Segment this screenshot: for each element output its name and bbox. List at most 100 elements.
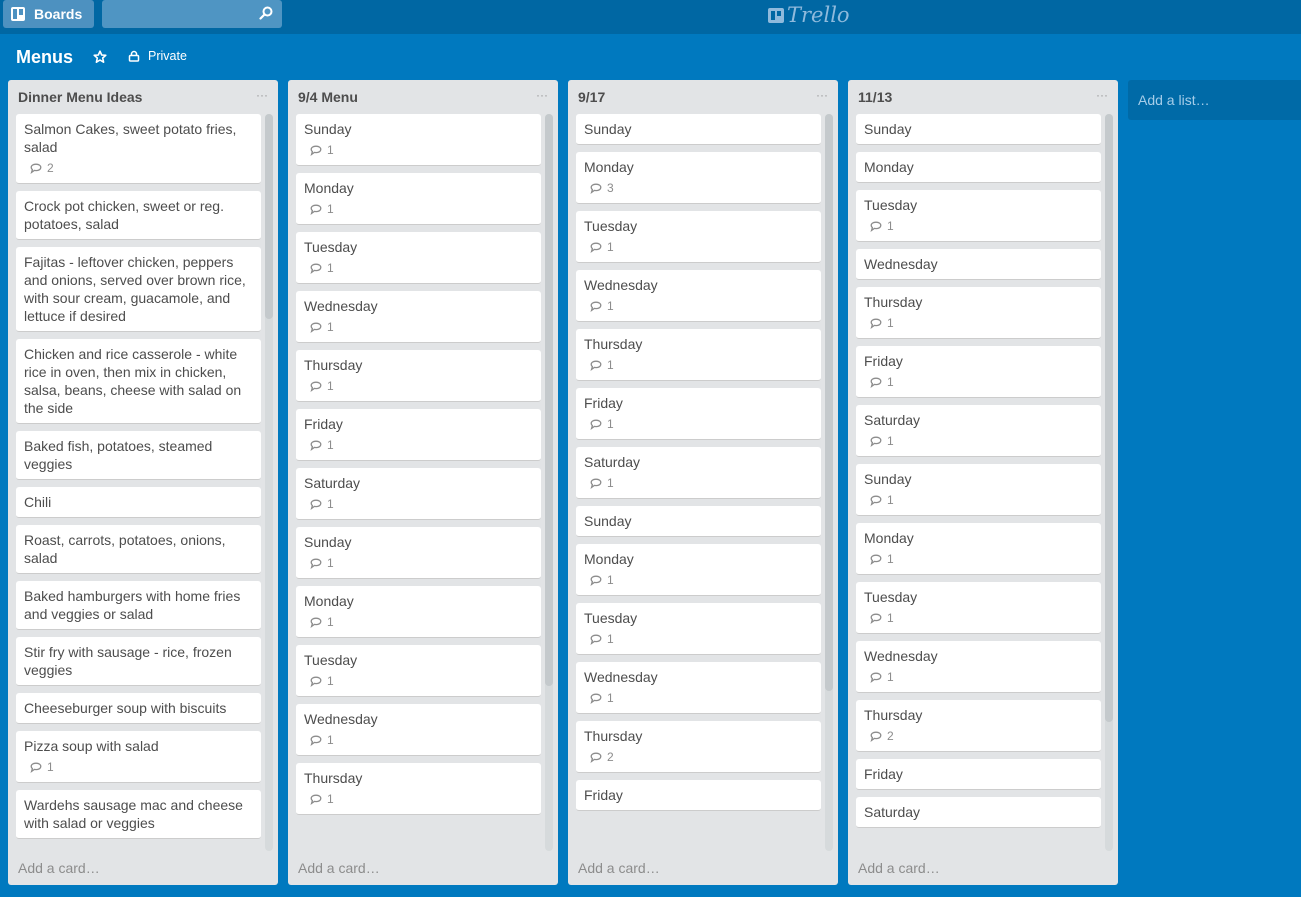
card[interactable]: Friday 1 <box>856 346 1101 398</box>
card[interactable]: Salmon Cakes, sweet potato fries, salad 2 <box>16 114 261 184</box>
card[interactable]: Wednesday 1 <box>576 270 821 322</box>
list-scrollbar[interactable] <box>545 114 553 851</box>
comment-badge: 1 <box>590 631 813 647</box>
comment-count: 1 <box>607 573 614 587</box>
add-card-button[interactable]: Add a card… <box>578 860 660 876</box>
card[interactable]: Friday <box>576 780 821 811</box>
card[interactable]: Sunday 1 <box>856 464 1101 516</box>
comment-count: 1 <box>607 476 614 490</box>
card-title: Fajitas - leftover chicken, peppers and … <box>24 254 246 324</box>
card[interactable]: Baked fish, potatoes, steamed veggies <box>16 431 261 480</box>
list-scrollbar[interactable] <box>265 114 273 851</box>
comment-icon <box>870 436 882 447</box>
comment-badge: 1 <box>310 378 533 394</box>
card[interactable]: Monday 1 <box>296 586 541 638</box>
card[interactable]: Sunday <box>576 114 821 145</box>
trello-logo[interactable]: Trello <box>768 3 850 27</box>
comment-badge: 3 <box>590 180 813 196</box>
card[interactable]: Tuesday 1 <box>296 232 541 284</box>
comment-count: 1 <box>887 670 894 684</box>
comment-icon <box>870 495 882 506</box>
card[interactable]: Monday 1 <box>296 173 541 225</box>
card[interactable]: Monday <box>856 152 1101 183</box>
scrollbar-thumb[interactable] <box>545 114 553 686</box>
board-title[interactable]: Menus <box>16 47 73 68</box>
card[interactable]: Monday 3 <box>576 152 821 204</box>
comment-icon <box>310 204 322 215</box>
card[interactable]: Chili <box>16 487 261 518</box>
card[interactable]: Chicken and rice casserole - white rice … <box>16 339 261 424</box>
add-card-button[interactable]: Add a card… <box>18 860 100 876</box>
card[interactable]: Friday 1 <box>576 388 821 440</box>
card[interactable]: Thursday 1 <box>856 287 1101 339</box>
comment-count: 3 <box>607 181 614 195</box>
card[interactable]: Thursday 1 <box>576 329 821 381</box>
card[interactable]: Monday 1 <box>856 523 1101 575</box>
comment-badge: 1 <box>870 433 1093 449</box>
card[interactable]: Roast, carrots, potatoes, onions, salad <box>16 525 261 574</box>
card-title: Saturday <box>864 804 921 820</box>
star-icon[interactable] <box>93 50 107 64</box>
card[interactable]: Baked hamburgers with home fries and veg… <box>16 581 261 630</box>
card-title: Tuesday <box>304 239 358 255</box>
comment-badge: 1 <box>590 572 813 588</box>
card[interactable]: Saturday 1 <box>576 447 821 499</box>
list-title[interactable]: 9/4 Menu <box>298 89 358 105</box>
list-menu-icon[interactable]: ··· <box>536 88 548 102</box>
list-menu-icon[interactable]: ··· <box>256 88 268 102</box>
card[interactable]: Stir fry with sausage - rice, frozen veg… <box>16 637 261 686</box>
card[interactable]: Wednesday 1 <box>296 704 541 756</box>
card[interactable]: Pizza soup with salad 1 <box>16 731 261 783</box>
card[interactable]: Thursday 1 <box>296 350 541 402</box>
card[interactable]: Crock pot chicken, sweet or reg. potatoe… <box>16 191 261 240</box>
card-title: Saturday <box>584 454 641 470</box>
card[interactable]: Friday <box>856 759 1101 790</box>
card[interactable]: Sunday 1 <box>296 527 541 579</box>
scrollbar-thumb[interactable] <box>825 114 833 691</box>
add-list-button[interactable]: Add a list… <box>1128 80 1301 120</box>
card[interactable]: Wednesday <box>856 249 1101 280</box>
card[interactable]: Wardehs sausage mac and cheese with sala… <box>16 790 261 839</box>
comment-icon <box>310 322 322 333</box>
add-card-button[interactable]: Add a card… <box>298 860 380 876</box>
card-title: Monday <box>304 593 354 609</box>
comment-icon <box>310 735 322 746</box>
card[interactable]: Wednesday 1 <box>576 662 821 714</box>
card[interactable]: Wednesday 1 <box>856 641 1101 693</box>
card[interactable]: Tuesday 1 <box>856 190 1101 242</box>
card[interactable]: Sunday <box>576 506 821 537</box>
list-scrollbar[interactable] <box>1105 114 1113 851</box>
comment-badge: 2 <box>870 728 1093 744</box>
card[interactable]: Friday 1 <box>296 409 541 461</box>
add-card-button[interactable]: Add a card… <box>858 860 940 876</box>
card[interactable]: Thursday 2 <box>576 721 821 773</box>
list-menu-icon[interactable]: ··· <box>816 88 828 102</box>
card[interactable]: Sunday <box>856 114 1101 145</box>
scrollbar-thumb[interactable] <box>265 114 273 319</box>
list-title[interactable]: 11/13 <box>858 89 892 105</box>
card[interactable]: Cheeseburger soup with biscuits <box>16 693 261 724</box>
card[interactable]: Thursday 2 <box>856 700 1101 752</box>
card[interactable]: Tuesday 1 <box>856 582 1101 634</box>
scrollbar-thumb[interactable] <box>1105 114 1113 722</box>
card[interactable]: Fajitas - leftover chicken, peppers and … <box>16 247 261 332</box>
card[interactable]: Saturday <box>856 797 1101 828</box>
card[interactable]: Thursday 1 <box>296 763 541 815</box>
card[interactable]: Tuesday 1 <box>296 645 541 697</box>
search-icon[interactable] <box>259 6 273 20</box>
card[interactable]: Sunday 1 <box>296 114 541 166</box>
comment-count: 1 <box>887 434 894 448</box>
list-title[interactable]: 9/17 <box>578 89 605 105</box>
card[interactable]: Tuesday 1 <box>576 211 821 263</box>
card[interactable]: Monday 1 <box>576 544 821 596</box>
card[interactable]: Tuesday 1 <box>576 603 821 655</box>
card[interactable]: Wednesday 1 <box>296 291 541 343</box>
card[interactable]: Saturday 1 <box>856 405 1101 457</box>
search-input[interactable] <box>102 0 282 28</box>
list-menu-icon[interactable]: ··· <box>1096 88 1108 102</box>
list-scrollbar[interactable] <box>825 114 833 851</box>
list-title[interactable]: Dinner Menu Ideas <box>18 89 142 105</box>
visibility-button[interactable]: Private <box>128 49 187 63</box>
card[interactable]: Saturday 1 <box>296 468 541 520</box>
boards-button[interactable]: Boards <box>3 0 94 28</box>
